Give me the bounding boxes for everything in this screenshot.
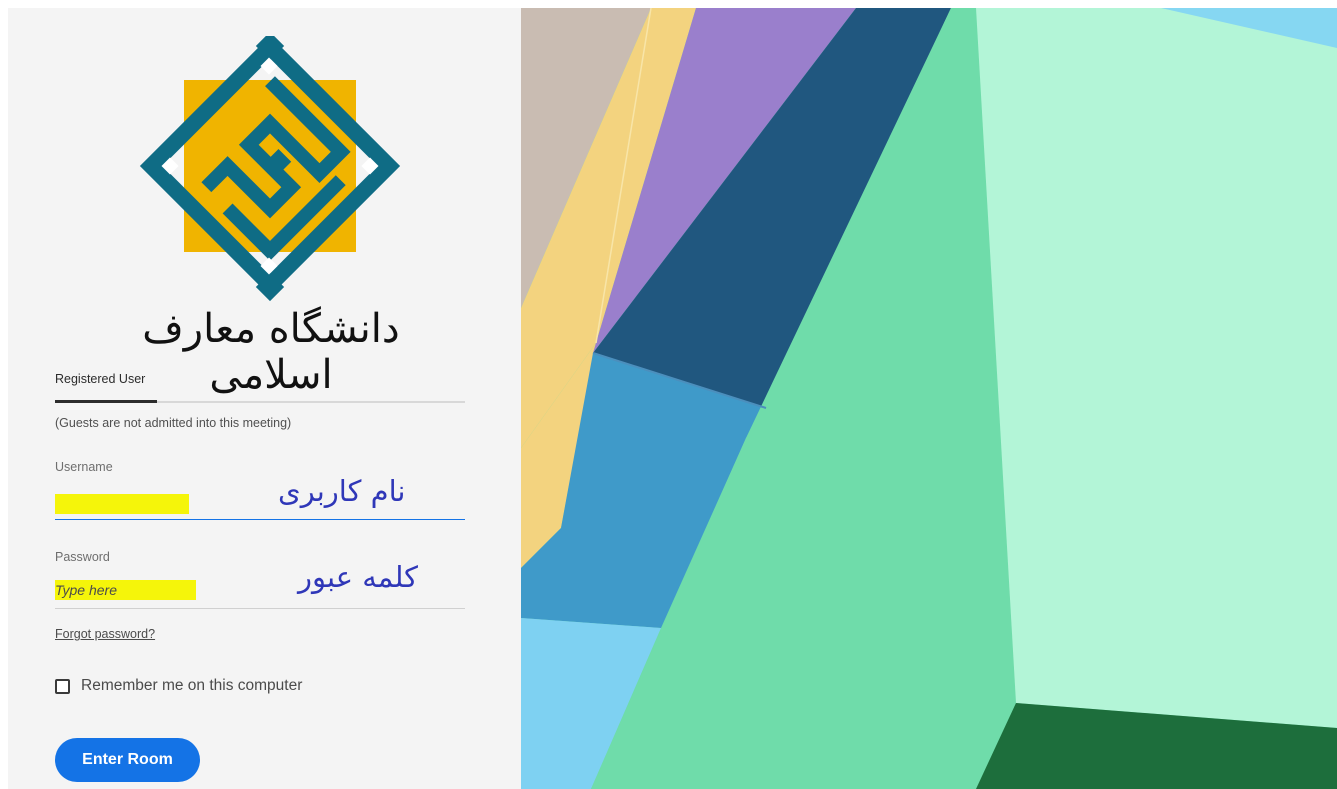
username-underline [55, 519, 465, 520]
username-annotation: نام کاربری [278, 474, 406, 508]
geometric-art-image [521, 8, 1337, 789]
tab-active-indicator [55, 400, 157, 403]
remember-me-row[interactable]: Remember me on this computer [55, 676, 302, 696]
university-name: دانشگاه معارف اسلامی [142, 306, 400, 398]
username-label: Username [55, 460, 113, 474]
forgot-password-link[interactable]: Forgot password? [55, 627, 155, 641]
guest-note: (Guests are not admitted into this meeti… [55, 416, 292, 430]
university-logo: دانشگاه معارف اسلامی [126, 31, 416, 398]
logo-emblem-icon [139, 31, 401, 302]
remember-me-checkbox[interactable] [55, 678, 70, 694]
login-panel: دانشگاه معارف اسلامی Registered User (Gu… [8, 8, 521, 789]
password-label: Password [55, 550, 110, 564]
enter-room-button[interactable]: Enter Room [55, 738, 200, 782]
remember-me-label: Remember me on this computer [81, 677, 303, 694]
decorative-background [521, 8, 1337, 789]
password-annotation: کلمه عبور [298, 560, 418, 594]
tab-registered-user[interactable]: Registered User [55, 372, 145, 386]
password-underline [55, 608, 465, 609]
